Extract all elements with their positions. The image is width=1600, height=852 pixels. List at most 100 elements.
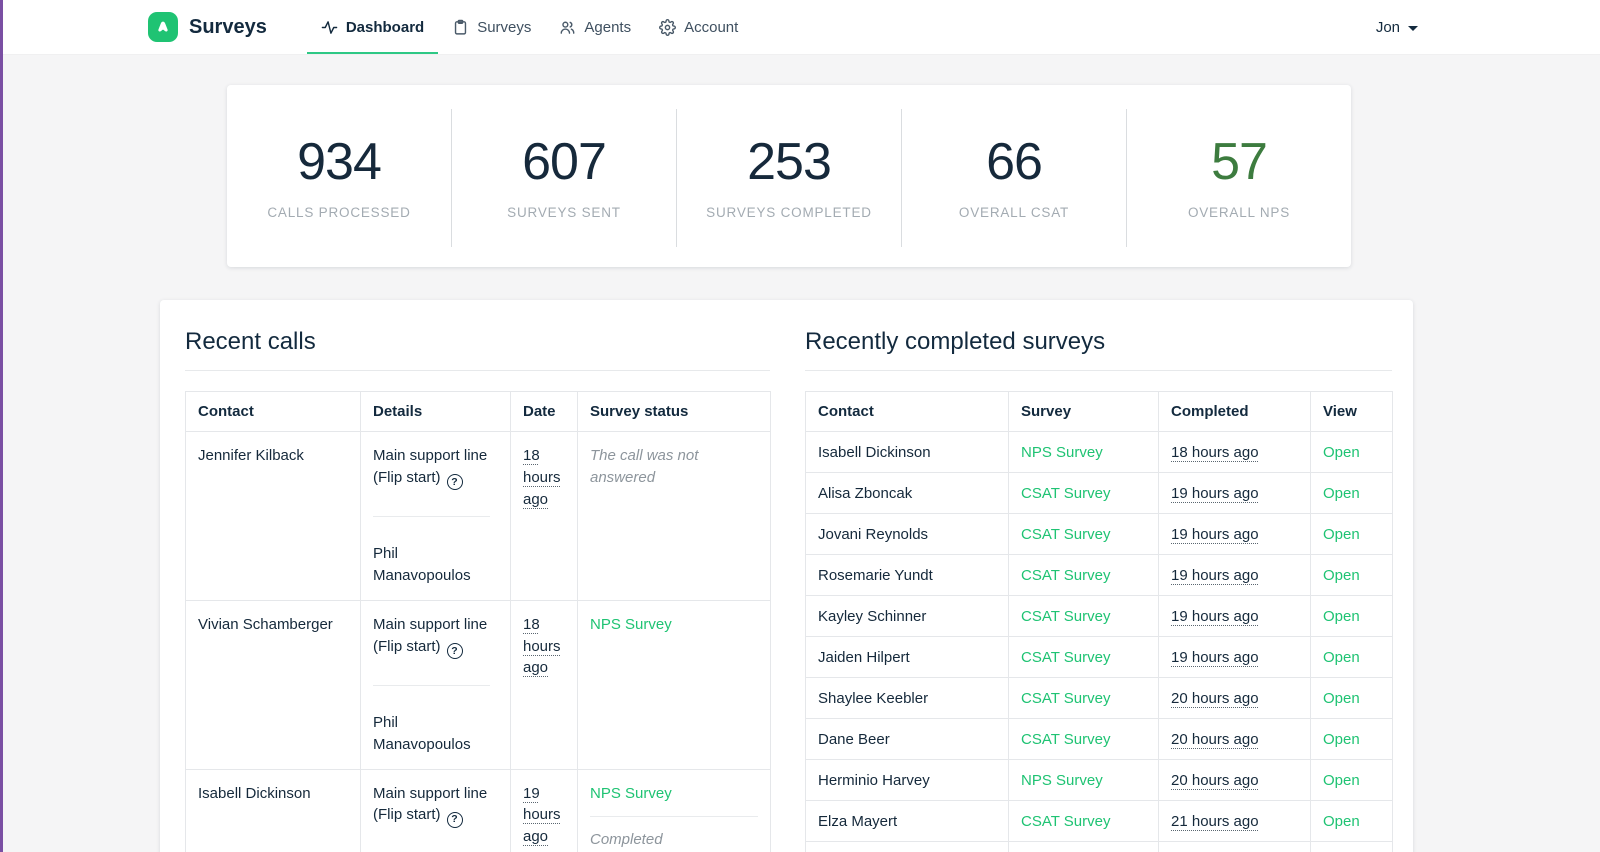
open-link[interactable]: Open [1323, 649, 1360, 666]
table-row: Alisa Zboncak CSAT Survey 19 hours ago O… [805, 472, 1393, 514]
relative-time[interactable]: 20 hours ago [1171, 772, 1259, 789]
app-logo[interactable]: Surveys [148, 0, 267, 54]
survey-link[interactable]: CSAT Survey [1021, 485, 1110, 502]
relative-time[interactable]: 19 hours ago [1171, 608, 1259, 625]
table-row: Jovani Reynolds CSAT Survey 19 hours ago… [805, 513, 1393, 555]
user-name: Jon [1375, 18, 1400, 36]
relative-time[interactable]: 19 hours ago [1171, 567, 1259, 584]
stat-tile: 934 CALLS PROCESSED [227, 85, 451, 267]
contact-cell: Isabell Dickinson [185, 768, 361, 852]
contact-cell: Jaiden Hilpert [805, 636, 1009, 678]
view-cell: Open [1310, 718, 1393, 760]
stat-value: 253 [747, 133, 832, 191]
open-link[interactable]: Open [1323, 731, 1360, 748]
relative-time[interactable]: 19 hours ago [1171, 526, 1259, 543]
column-header-survey-status: Survey status [577, 391, 771, 432]
contact-cell: Herminio Harvey [805, 759, 1009, 801]
open-link[interactable]: Open [1323, 608, 1360, 625]
tab-label: Dashboard [345, 18, 425, 36]
stat-tile: 57 OVERALL NPS [1127, 85, 1351, 267]
relative-time[interactable]: 19 hours ago [523, 785, 561, 846]
contact-cell: Elza Mayert [805, 800, 1009, 842]
tab-account[interactable]: Account [645, 0, 752, 54]
survey-cell: CSAT Survey [1008, 595, 1159, 637]
survey-link[interactable]: CSAT Survey [1021, 649, 1110, 666]
relative-time[interactable]: 18 hours ago [523, 447, 561, 508]
completed-surveys-title: Recently completed surveys [805, 328, 1392, 371]
completed-cell: 20 hours ago [1158, 759, 1311, 801]
relative-time[interactable]: 19 hours ago [1171, 649, 1259, 666]
date-cell: 18 hours ago [510, 599, 578, 770]
survey-status-cell: The call was not answered [577, 431, 771, 601]
details-cell: Main support line (Flip start)? Phil Man… [360, 431, 511, 601]
survey-link[interactable]: CSAT Survey [1021, 608, 1110, 625]
tab-agents[interactable]: Agents [545, 0, 645, 54]
contact-cell: Kayley Schinner [805, 595, 1009, 637]
completed-surveys-body: Isabell Dickinson NPS Survey 18 hours ag… [805, 431, 1393, 852]
survey-cell: CSAT Survey [1008, 718, 1159, 760]
open-link[interactable]: Open [1323, 567, 1360, 584]
help-icon[interactable]: ? [446, 474, 463, 491]
survey-link[interactable]: CSAT Survey [1021, 690, 1110, 707]
support-line-label: Main support line (Flip start) [373, 784, 488, 824]
agent-name: Phil Manavopoulos [373, 545, 471, 585]
details-cell: Main support line (Flip start)? Phil Man… [360, 599, 511, 770]
stat-value: 66 [986, 133, 1043, 191]
help-icon[interactable]: ? [446, 812, 463, 829]
relative-time[interactable]: 19 hours ago [1171, 485, 1259, 502]
relative-time[interactable]: 21 hours ago [1171, 813, 1259, 830]
survey-link[interactable]: NPS Survey [590, 785, 672, 802]
column-header-completed: Completed [1158, 391, 1311, 432]
open-link[interactable]: Open [1323, 813, 1360, 830]
stats-summary-card: 934 CALLS PROCESSED 607 SURVEYS SENT 253… [227, 85, 1351, 267]
table-row: Vivian Schamberger Main support line (Fl… [185, 599, 771, 770]
date-cell: 19 hours ago [510, 768, 578, 852]
stat-tile: 66 OVERALL CSAT [902, 85, 1126, 267]
column-header-survey: Survey [1008, 391, 1159, 432]
status-note: Completed [590, 831, 663, 849]
survey-cell: CSAT Survey [1008, 636, 1159, 678]
relative-time[interactable]: 20 hours ago [1171, 690, 1259, 707]
recent-calls-section: Recent calls Contact Details Date Survey… [185, 328, 771, 852]
view-cell: Open [1310, 759, 1393, 801]
completed-cell: 18 hours ago [1158, 431, 1311, 473]
column-header-details: Details [360, 391, 511, 432]
column-header-date: Date [510, 391, 578, 432]
tab-dashboard[interactable]: Dashboard [306, 0, 439, 54]
screen-edge-strip [0, 0, 3, 852]
open-link[interactable]: Open [1323, 444, 1360, 461]
relative-time[interactable]: 18 hours ago [523, 616, 561, 677]
view-cell: Open [1310, 513, 1393, 555]
open-link[interactable]: Open [1323, 772, 1360, 789]
completed-cell: 19 hours ago [1158, 554, 1311, 596]
survey-link[interactable]: CSAT Survey [1021, 567, 1110, 584]
survey-link[interactable]: NPS Survey [1021, 444, 1103, 461]
relative-time[interactable]: 20 hours ago [1171, 731, 1259, 748]
tab-surveys[interactable]: Surveys [438, 0, 545, 54]
survey-link[interactable]: CSAT Survey [1021, 731, 1110, 748]
completed-cell: 19 hours ago [1158, 472, 1311, 514]
survey-cell: CSAT Survey [1008, 513, 1159, 555]
survey-link[interactable]: CSAT Survey [1021, 813, 1110, 830]
details-divider [373, 516, 490, 518]
open-link[interactable]: Open [1323, 526, 1360, 543]
stat-value: 607 [522, 133, 607, 191]
survey-link[interactable]: CSAT Survey [1021, 526, 1110, 543]
completed-cell: 20 hours ago [1158, 718, 1311, 760]
open-link[interactable]: Open [1323, 690, 1360, 707]
table-row: Isabell Dickinson Main support line (Fli… [185, 768, 771, 852]
relative-time[interactable]: 18 hours ago [1171, 444, 1259, 461]
user-menu[interactable]: Jon [1376, 0, 1418, 54]
top-navigation-bar: Surveys Dashboard Surveys Agents Account [0, 0, 1600, 55]
brand-name: Surveys [189, 15, 267, 38]
column-header-contact: Contact [805, 391, 1009, 432]
table-row [805, 841, 1393, 852]
stat-label: SURVEYS SENT [507, 205, 621, 220]
stat-label: SURVEYS COMPLETED [706, 205, 872, 220]
open-link[interactable]: Open [1323, 485, 1360, 502]
help-icon[interactable]: ? [446, 643, 463, 660]
view-cell: Open [1310, 431, 1393, 473]
survey-link[interactable]: NPS Survey [1021, 772, 1103, 789]
survey-link[interactable]: NPS Survey [590, 616, 672, 633]
survey-cell: NPS Survey [1008, 431, 1159, 473]
